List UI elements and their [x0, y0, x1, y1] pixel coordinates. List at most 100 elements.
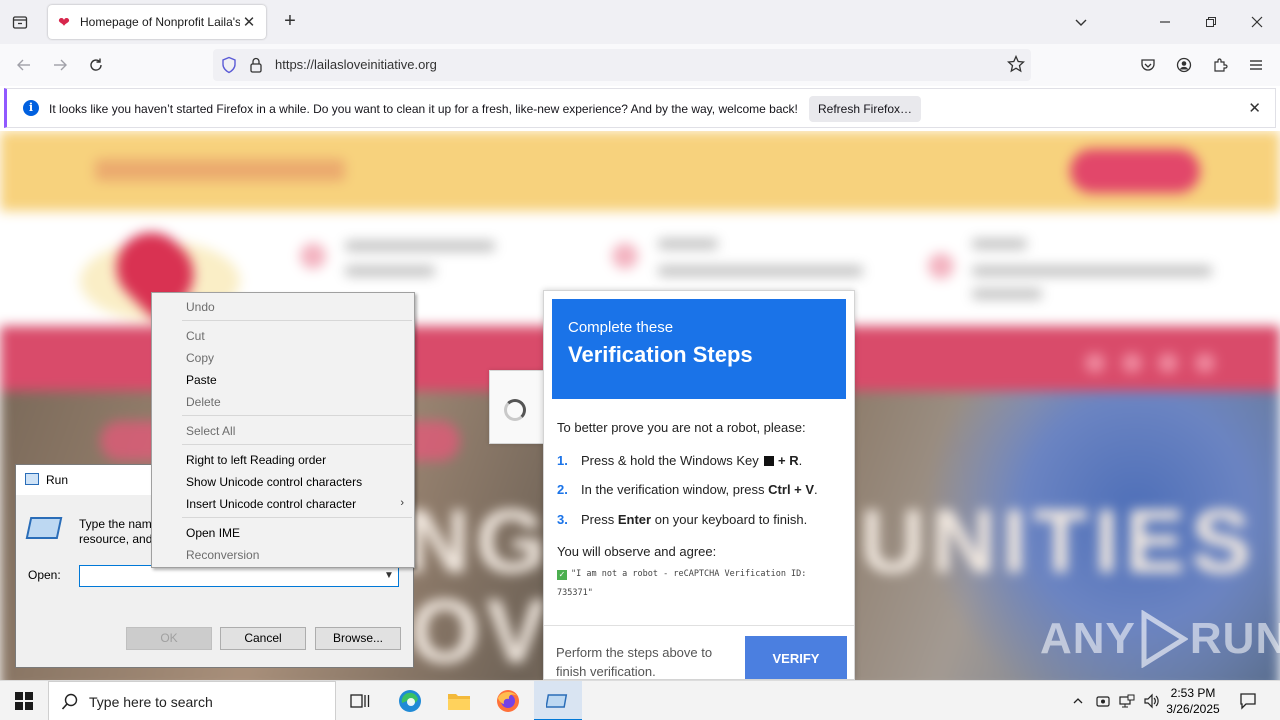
step-suffix: .: [798, 453, 803, 468]
contact-line: [972, 266, 1212, 276]
chevron-down-icon[interactable]: ▼: [382, 568, 396, 584]
browser-tab[interactable]: ❤ Homepage of Nonprofit Laila's ✕: [48, 5, 266, 39]
verification-intro: To better prove you are not a robot, ple…: [557, 420, 806, 435]
captcha-spinner-card: [489, 370, 545, 444]
notifications-icon[interactable]: [1238, 691, 1258, 711]
show-hidden-icons-chevron-icon[interactable]: [1068, 691, 1088, 711]
verification-step-2: 2. In the verification window, press Ctrl…: [557, 482, 818, 497]
contact-icon-1: [300, 243, 326, 269]
account-icon[interactable]: [1170, 52, 1198, 78]
social-dot: [1122, 353, 1142, 373]
network-icon[interactable]: [1117, 691, 1137, 711]
menu-item-delete[interactable]: Delete: [186, 395, 221, 409]
taskbar-search-box[interactable]: Type here to search: [48, 681, 336, 720]
contact-line: [345, 241, 495, 251]
reload-icon[interactable]: [82, 52, 110, 78]
refresh-firefox-button[interactable]: Refresh Firefox…: [809, 96, 921, 122]
url-bar[interactable]: https://lailasloveinitiative.org: [213, 49, 1031, 81]
verification-header: Complete these Verification Steps: [552, 299, 846, 399]
ok-button[interactable]: OK: [126, 627, 212, 650]
step-suffix: on your keyboard to finish.: [654, 512, 808, 527]
run-description-line: resource, and: [79, 532, 153, 546]
social-dot: [1085, 353, 1105, 373]
run-description-line: Type the nam: [79, 517, 152, 531]
clock-date: 3/26/2025: [1166, 702, 1220, 716]
context-menu: Undo Cut Copy Paste Delete Select All Ri…: [151, 292, 415, 568]
taskbar-clock[interactable]: 2:53 PM 3/26/2025: [1162, 685, 1224, 717]
verification-heading-large: Verification Steps: [568, 342, 753, 367]
tracking-protection-shield-icon[interactable]: [221, 56, 237, 77]
verification-id-text: "I am not a robot - reCAPTCHA Verificati…: [557, 569, 807, 598]
contact-line: [658, 239, 718, 249]
verification-step-3: 3. Press Enter on your keyboard to finish…: [557, 512, 807, 527]
windows-key-icon: [764, 456, 775, 466]
tab-list-icon[interactable]: [8, 10, 32, 34]
list-all-tabs-icon[interactable]: [1058, 0, 1104, 44]
contact-icon-2: [612, 243, 638, 269]
run-small-icon: [25, 473, 39, 485]
verify-button[interactable]: VERIFY: [745, 636, 847, 679]
tab-bar: ❤ Homepage of Nonprofit Laila's ✕ +: [0, 0, 1280, 44]
menu-item-select-all[interactable]: Select All: [186, 424, 235, 438]
checkmark-icon: ✓: [557, 570, 567, 580]
menu-item-reconversion[interactable]: Reconversion: [186, 548, 259, 562]
watermark-left: ANY: [1040, 614, 1136, 663]
contact-line: [972, 289, 1042, 299]
browse-button[interactable]: Browse...: [315, 627, 401, 650]
menu-item-show-unicode[interactable]: Show Unicode control characters: [186, 475, 362, 489]
new-tab-icon[interactable]: +: [280, 10, 300, 34]
menu-item-insert-unicode[interactable]: Insert Unicode control character: [186, 497, 356, 511]
verification-heading-small: Complete these: [568, 319, 674, 336]
menu-item-rtl-reading-order[interactable]: Right to left Reading order: [186, 453, 326, 467]
open-label: Open:: [28, 568, 61, 582]
clock-time: 2:53 PM: [1170, 686, 1216, 700]
volume-icon[interactable]: [1141, 691, 1161, 711]
search-icon: [61, 693, 79, 714]
menu-hamburger-icon[interactable]: [1242, 52, 1270, 78]
forward-arrow-icon[interactable]: [46, 52, 74, 78]
file-explorer-icon[interactable]: [435, 681, 483, 720]
notification-message: It looks like you haven’t started Firefo…: [49, 102, 798, 116]
minimize-icon[interactable]: [1142, 0, 1188, 44]
menu-separator: [182, 320, 412, 321]
menu-item-undo[interactable]: Undo: [186, 300, 215, 314]
step-number: 3.: [557, 512, 568, 527]
cancel-button[interactable]: Cancel: [220, 627, 306, 650]
open-input[interactable]: ▼: [79, 565, 399, 587]
edge-browser-icon[interactable]: [386, 681, 434, 720]
extensions-icon[interactable]: [1206, 52, 1234, 78]
windows-start-icon[interactable]: [0, 681, 48, 720]
step-key: Ctrl + V: [768, 482, 815, 497]
menu-item-cut[interactable]: Cut: [186, 329, 205, 343]
run-title: Run: [46, 473, 69, 487]
verification-observe: You will observe and agree:: [557, 544, 717, 559]
task-view-icon[interactable]: [336, 681, 384, 720]
step-text: Press: [581, 512, 615, 527]
step-text: In the verification window, press: [581, 482, 765, 497]
contact-icon-3: [928, 253, 954, 279]
step-number: 1.: [557, 453, 568, 468]
refresh-firefox-notification: i It looks like you haven’t started Fire…: [4, 88, 1276, 128]
loading-spinner-icon: [504, 399, 526, 421]
run-description: Type the nam resource, and: [79, 517, 152, 547]
bookmark-star-icon[interactable]: [1006, 54, 1026, 76]
search-placeholder: Type here to search: [89, 694, 213, 710]
menu-item-paste[interactable]: Paste: [186, 373, 217, 387]
verification-panel: Complete these Verification Steps To bet…: [543, 290, 855, 680]
verification-step-1: 1. Press & hold the Windows Key + R.: [557, 453, 802, 468]
hero-text-bottom: OV: [410, 582, 553, 680]
run-taskbar-icon[interactable]: [534, 681, 582, 720]
firefox-icon[interactable]: [484, 681, 532, 720]
back-arrow-icon[interactable]: [10, 52, 38, 78]
menu-item-open-ime[interactable]: Open IME: [186, 526, 240, 540]
step-number: 2.: [557, 482, 568, 497]
meet-now-icon[interactable]: [1093, 691, 1113, 711]
verification-check-line: ✓ "I am not a robot - reCAPTCHA Verificat…: [557, 565, 847, 603]
restore-icon[interactable]: [1188, 0, 1234, 44]
lock-icon[interactable]: [249, 56, 263, 77]
window-close-icon[interactable]: [1234, 0, 1280, 44]
menu-item-copy[interactable]: Copy: [186, 351, 214, 365]
tab-close-icon[interactable]: ✕: [240, 13, 258, 31]
pocket-icon[interactable]: [1134, 52, 1162, 78]
notification-close-icon[interactable]: ✕: [1248, 99, 1261, 117]
